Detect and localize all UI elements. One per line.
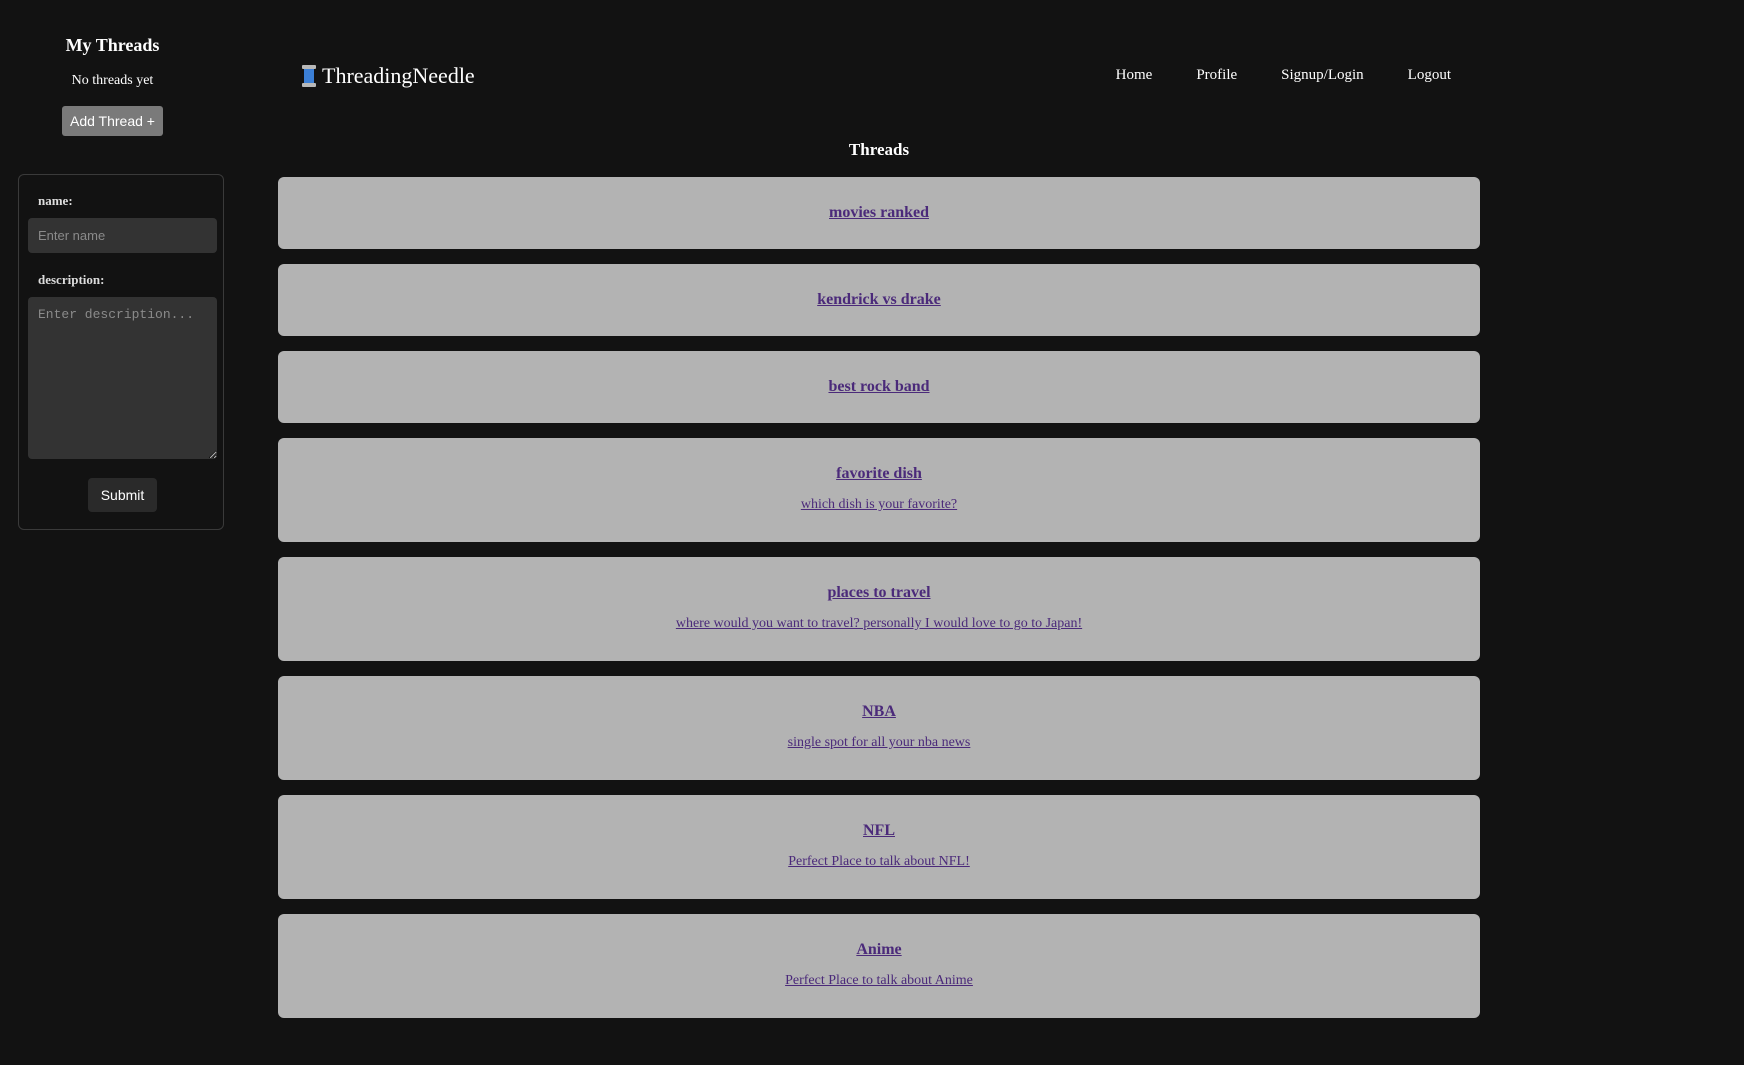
- add-thread-button[interactable]: Add Thread +: [62, 106, 163, 136]
- thread-card[interactable]: movies ranked: [278, 177, 1480, 249]
- thread-title-link[interactable]: best rock band: [828, 378, 929, 396]
- thread-card[interactable]: best rock band: [278, 351, 1480, 423]
- threads-heading: Threads: [848, 140, 910, 159]
- brand-name: ThreadingNeedle: [322, 63, 475, 88]
- thread-description-link[interactable]: Perfect Place to talk about NFL!: [278, 854, 1480, 870]
- submit-button[interactable]: Submit: [88, 478, 157, 512]
- thread-title-link[interactable]: movies ranked: [829, 204, 929, 222]
- nav-signup-login-link[interactable]: Signup/Login: [1281, 67, 1364, 84]
- spool-of-thread-icon: [302, 65, 316, 87]
- name-input[interactable]: [28, 218, 217, 253]
- thread-title-link[interactable]: NFL: [863, 822, 895, 840]
- thread-list: movies ranked kendrick vs drake best roc…: [278, 177, 1480, 1033]
- thread-card[interactable]: kendrick vs drake: [278, 264, 1480, 336]
- nav-logout-link[interactable]: Logout: [1408, 67, 1451, 84]
- thread-description-link[interactable]: which dish is your favorite?: [278, 497, 1480, 513]
- thread-card[interactable]: places to travel where would you want to…: [278, 557, 1480, 661]
- description-textarea[interactable]: [28, 297, 217, 459]
- thread-title-link[interactable]: favorite dish: [836, 465, 922, 483]
- thread-title-link[interactable]: NBA: [862, 703, 896, 721]
- name-label: name:: [38, 193, 73, 208]
- top-nav: Home Profile Signup/Login Logout: [1116, 67, 1451, 84]
- thread-description-link[interactable]: single spot for all your nba news: [278, 735, 1480, 751]
- thread-card[interactable]: Anime Perfect Place to talk about Anime: [278, 914, 1480, 1018]
- thread-title-link[interactable]: places to travel: [827, 584, 930, 602]
- thread-description-link[interactable]: where would you want to travel? personal…: [278, 616, 1480, 632]
- thread-title-link[interactable]: Anime: [856, 941, 901, 959]
- no-threads-text: No threads yet: [71, 73, 154, 88]
- thread-card[interactable]: favorite dish which dish is your favorit…: [278, 438, 1480, 542]
- thread-card[interactable]: NFL Perfect Place to talk about NFL!: [278, 795, 1480, 899]
- nav-home-link[interactable]: Home: [1116, 67, 1153, 84]
- add-thread-form: name: description: Submit: [18, 174, 224, 530]
- my-threads-title: My Threads: [65, 35, 160, 55]
- thread-card[interactable]: NBA single spot for all your nba news: [278, 676, 1480, 780]
- thread-description-link[interactable]: Perfect Place to talk about Anime: [278, 973, 1480, 989]
- description-label: description:: [38, 272, 105, 287]
- nav-profile-link[interactable]: Profile: [1196, 67, 1237, 84]
- brand-logo[interactable]: ThreadingNeedle: [302, 63, 475, 89]
- thread-title-link[interactable]: kendrick vs drake: [817, 291, 941, 309]
